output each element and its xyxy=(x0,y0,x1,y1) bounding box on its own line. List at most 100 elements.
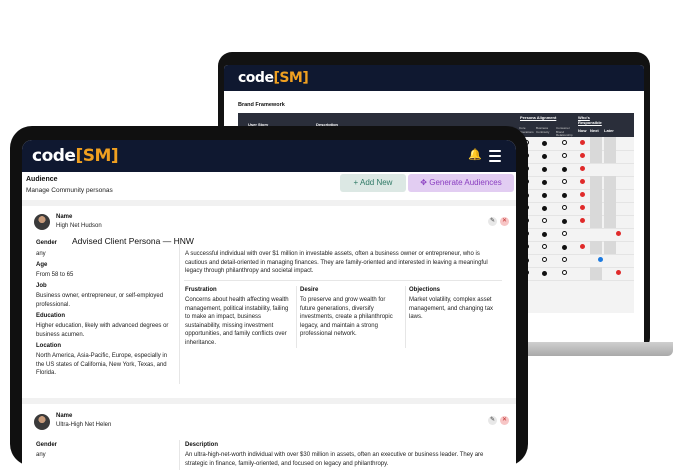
delete-icon[interactable]: ✕ xyxy=(500,217,509,226)
name-label: Name xyxy=(56,214,73,220)
dot-marker xyxy=(542,193,547,198)
edit-icon[interactable]: ✎ xyxy=(488,416,497,425)
cell-shade xyxy=(604,202,616,215)
avatar xyxy=(34,214,50,230)
red-marker xyxy=(580,153,585,158)
hamburger-menu-icon[interactable] xyxy=(489,150,501,165)
column-divider xyxy=(405,286,406,348)
gender-label: Gender xyxy=(36,240,58,246)
group-header-persona-alignment: Persona Alignment xyxy=(520,115,557,120)
edit-icon[interactable]: ✎ xyxy=(488,217,497,226)
persona-name: Ultra-High Net Helen xyxy=(56,422,112,428)
location-value: North America, Asia-Pacific, Europe, esp… xyxy=(36,353,168,377)
bell-icon[interactable]: 🔔 xyxy=(468,148,482,161)
cell-shade xyxy=(604,150,616,163)
ring-marker xyxy=(562,257,567,262)
cell-shade xyxy=(604,241,616,254)
persona-description: A successful individual with over $1 mil… xyxy=(185,251,488,275)
sub-header-later: Later xyxy=(604,128,614,133)
app-header: code[SM] 🔔 xyxy=(22,140,516,172)
gender-value: any xyxy=(36,251,46,257)
red-marker xyxy=(580,218,585,223)
red-marker xyxy=(580,244,585,249)
education-value: Higher education, likely with advanced d… xyxy=(36,323,169,338)
dot-marker xyxy=(542,141,547,146)
sub-header-brand: Consumer Brand Relationship xyxy=(556,126,573,137)
cell-shade xyxy=(590,241,602,254)
avatar xyxy=(34,414,50,430)
education-label: Education xyxy=(36,313,66,319)
dot-marker xyxy=(562,245,567,250)
column-divider xyxy=(179,244,180,384)
red-marker xyxy=(580,192,585,197)
desire-value: To preserve and grow wealth for future g… xyxy=(300,297,393,338)
persona-name: High Net Hudson xyxy=(56,223,102,229)
sub-header-continuity: Business Continuity xyxy=(536,126,550,134)
job-value: Business owner, entrepreneur, or self-em… xyxy=(36,293,164,308)
dot-marker xyxy=(542,232,547,237)
red-marker xyxy=(580,205,585,210)
laptop-base xyxy=(508,342,673,356)
cell-shade xyxy=(590,137,602,150)
desire-label: Desire xyxy=(300,287,319,293)
red-marker xyxy=(616,231,621,236)
dot-marker xyxy=(542,154,547,159)
name-label: Name xyxy=(56,413,73,419)
cell-shade xyxy=(590,267,602,280)
location-label: Location xyxy=(36,343,61,349)
section-divider xyxy=(184,280,502,281)
red-marker xyxy=(580,179,585,184)
laptop-logo[interactable]: code[SM] xyxy=(238,70,309,86)
generate-audiences-button[interactable]: ✥ Generate Audiences xyxy=(408,174,514,192)
blue-marker xyxy=(598,257,603,262)
red-marker xyxy=(580,166,585,171)
age-value: From 58 to 65 xyxy=(36,272,74,278)
dot-marker xyxy=(542,271,547,276)
add-new-button[interactable]: + Add New xyxy=(340,174,406,192)
ring-marker xyxy=(542,257,547,262)
gender-label: Gender xyxy=(36,442,58,448)
cell-shade xyxy=(604,137,616,150)
red-marker xyxy=(616,270,621,275)
cell-shade xyxy=(604,176,616,189)
dot-marker xyxy=(542,167,547,172)
column-divider xyxy=(296,286,297,348)
delete-icon[interactable]: ✕ xyxy=(500,416,509,425)
ring-marker xyxy=(562,140,567,145)
ring-marker xyxy=(562,179,567,184)
cell-shade xyxy=(604,215,616,228)
description-label: Description xyxy=(185,442,219,448)
dot-marker xyxy=(562,219,567,224)
page-title: Audience xyxy=(26,176,58,183)
cell-shade xyxy=(590,202,602,215)
brand-framework-title: Brand Framework xyxy=(238,102,285,108)
frustration-label: Frustration xyxy=(185,287,217,293)
dot-marker xyxy=(542,180,547,185)
ring-marker xyxy=(562,205,567,210)
objections-value: Market volatility, complex asset managem… xyxy=(409,297,494,321)
ring-marker xyxy=(542,218,547,223)
app-logo[interactable]: code[SM] xyxy=(32,146,119,166)
ring-marker xyxy=(562,153,567,158)
ring-marker xyxy=(562,231,567,236)
group-header-responsible: Who's Responsible xyxy=(578,115,602,125)
persona-card: Name High Net Hudson ✎ ✕ Advised Client … xyxy=(22,200,516,406)
age-label: Age xyxy=(36,262,48,268)
persona-card: Name Ultra-High Net Helen ✎ ✕ Gender any… xyxy=(22,398,516,470)
dot-marker xyxy=(562,167,567,172)
persona-title: Advised Client Persona — HNW xyxy=(72,236,194,246)
ring-marker xyxy=(542,244,547,249)
red-marker xyxy=(580,140,585,145)
dot-marker xyxy=(542,206,547,211)
tablet-device: code[SM] 🔔 Audience Manage Community per… xyxy=(10,126,528,470)
frustration-value: Concerns about health affecting wealth m… xyxy=(185,297,289,346)
cell-shade xyxy=(590,176,602,189)
gender-value: any xyxy=(36,452,46,458)
ring-marker xyxy=(562,270,567,275)
cell-shade xyxy=(590,215,602,228)
page-subtitle: Manage Community personas xyxy=(26,187,113,194)
job-label: Job xyxy=(36,283,47,289)
sub-header-now: Now xyxy=(578,128,587,133)
tablet-screen: code[SM] 🔔 Audience Manage Community per… xyxy=(22,140,516,470)
sub-header-next: Next xyxy=(590,128,599,133)
